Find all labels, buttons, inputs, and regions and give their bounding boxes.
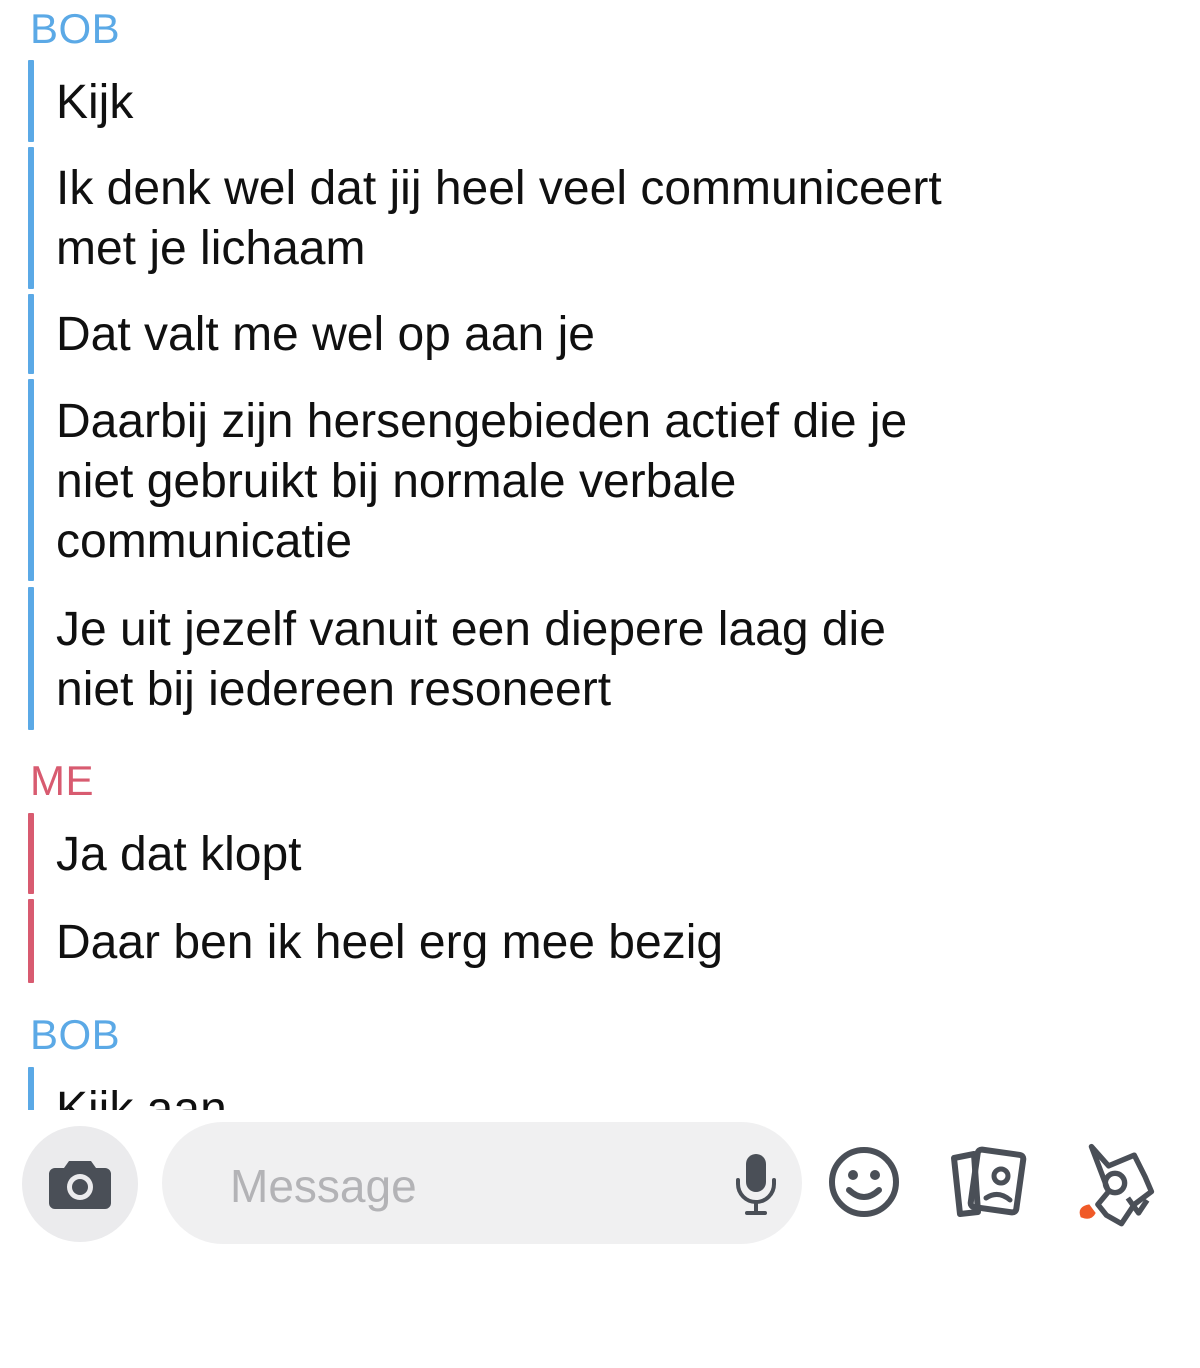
chat-transcript: BOB Kijk Ik denk wel dat jij heel veel c…	[0, 0, 1200, 1110]
microphone-icon[interactable]	[734, 1152, 778, 1216]
message-bar	[28, 1067, 34, 1110]
stickers-icon[interactable]	[946, 1140, 1030, 1224]
composer-bar: Message	[0, 1110, 1200, 1368]
message-bubble[interactable]: Daar ben ik heel erg mee bezig	[28, 899, 1128, 983]
message-text: Daarbij zijn hersengebieden actief die j…	[56, 395, 908, 568]
message-text: Dat valt me wel op aan je	[56, 308, 595, 361]
message-bar	[28, 294, 34, 374]
sender-name-bob: BOB	[30, 5, 121, 52]
message-bubble[interactable]: Kijk aan	[28, 1067, 1128, 1110]
message-bar	[28, 60, 34, 142]
camera-icon	[49, 1161, 111, 1209]
message-placeholder: Message	[230, 1160, 417, 1212]
message-text: Ja dat klopt	[56, 828, 302, 881]
message-bubble[interactable]: Je uit jezelf vanuit een diepere laag di…	[28, 587, 1128, 730]
message-text: Daar ben ik heel erg mee bezig	[56, 916, 724, 969]
emoji-icon[interactable]	[822, 1140, 906, 1224]
message-text: Ik denk wel dat jij heel veel communicee…	[56, 162, 942, 275]
message-bar	[28, 587, 34, 730]
message-bubble[interactable]: Ik denk wel dat jij heel veel communicee…	[28, 147, 1128, 289]
camera-button[interactable]	[22, 1126, 138, 1242]
message-bubble[interactable]: Daarbij zijn hersengebieden actief die j…	[28, 379, 1128, 581]
sender-name-bob: BOB	[30, 1011, 121, 1058]
sender-name-me: ME	[30, 757, 94, 804]
message-bar	[28, 379, 34, 581]
message-bubble[interactable]: Ja dat klopt	[28, 813, 1128, 894]
message-text: Je uit jezelf vanuit een diepere laag di…	[56, 603, 886, 716]
message-bubble[interactable]: Dat valt me wel op aan je	[28, 294, 1128, 374]
message-bar	[28, 147, 34, 289]
message-bubble[interactable]: Kijk	[28, 60, 1128, 142]
rocket-icon[interactable]	[1070, 1138, 1160, 1228]
message-text: Kijk aan	[56, 1083, 227, 1110]
message-bar	[28, 813, 34, 894]
message-bar	[28, 899, 34, 983]
message-input[interactable]: Message	[162, 1122, 802, 1244]
message-text: Kijk	[56, 76, 134, 129]
